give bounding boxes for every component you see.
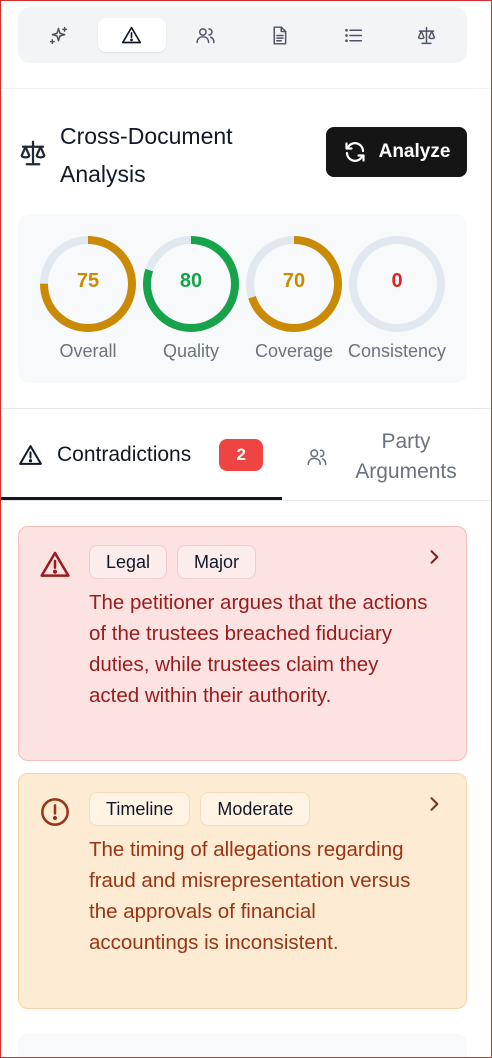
- next-section: [18, 1034, 467, 1058]
- divider: [0, 500, 492, 501]
- list-icon: [344, 28, 362, 42]
- divider: [0, 88, 492, 89]
- chevron-right-icon[interactable]: [424, 794, 444, 814]
- category-tag: Legal: [89, 545, 168, 579]
- tab-label: Contradictions: [57, 443, 192, 466]
- toolbar-contradictions-button[interactable]: [97, 18, 166, 52]
- divider: [0, 408, 492, 409]
- severity-tag: Major: [177, 545, 257, 579]
- alert-triangle-icon: [40, 551, 70, 577]
- refresh-icon: [344, 142, 365, 162]
- toolbar-parties-button[interactable]: [172, 18, 240, 52]
- scale-icon: [418, 26, 436, 44]
- alert-triangle-icon: [19, 444, 42, 465]
- scale-icon: [20, 140, 46, 166]
- score-value: 70: [282, 270, 306, 292]
- alert-circle-icon: [41, 798, 69, 826]
- alert-triangle-icon: [122, 26, 142, 43]
- contradiction-card[interactable]: Legal Major The petitioner argues that t…: [18, 526, 467, 761]
- score-label: Consistency: [347, 341, 447, 361]
- score-value: 80: [179, 270, 203, 292]
- analyze-button-label: Analyze: [378, 141, 451, 162]
- chevron-right-icon[interactable]: [424, 547, 444, 567]
- toolbar-document-button[interactable]: [245, 18, 313, 52]
- users-icon: [196, 27, 215, 43]
- users-icon: [307, 449, 327, 466]
- tab-label: Party Arguments: [355, 430, 457, 483]
- count-badge: 2: [219, 439, 264, 471]
- score-value: 0: [391, 270, 403, 292]
- contradiction-text: The timing of allegations regarding frau…: [89, 838, 411, 954]
- sparkles-icon: [49, 26, 67, 44]
- analyze-button[interactable]: Analyze: [326, 127, 467, 177]
- tab-party-arguments[interactable]: Party Arguments: [306, 424, 486, 490]
- score-panel: 75 Overall 80 Quality 70 Coverage 0 Cons…: [18, 214, 467, 383]
- document-icon: [273, 25, 287, 45]
- toolbar-list-button[interactable]: [319, 18, 387, 52]
- contradiction-text: The petitioner argues that the actions o…: [89, 591, 428, 707]
- toolbar: [18, 7, 467, 63]
- tab-contradictions[interactable]: Contradictions 2: [0, 410, 282, 500]
- category-tag: Timeline: [89, 792, 191, 826]
- score-gauge-quality: 80 Quality: [141, 234, 241, 361]
- score-value: 75: [76, 270, 100, 292]
- page-title: Cross-Document Analysis: [60, 123, 233, 187]
- score-gauge-consistency: 0 Consistency: [347, 234, 447, 361]
- contradiction-card[interactable]: Timeline Moderate The timing of allegati…: [18, 773, 467, 1009]
- severity-tag: Moderate: [200, 792, 311, 826]
- score-gauge-coverage: 70 Coverage: [244, 234, 344, 361]
- score-gauge-overall: 75 Overall: [38, 234, 138, 361]
- toolbar-ai-button[interactable]: [24, 18, 92, 52]
- toolbar-legal-button[interactable]: [393, 18, 461, 52]
